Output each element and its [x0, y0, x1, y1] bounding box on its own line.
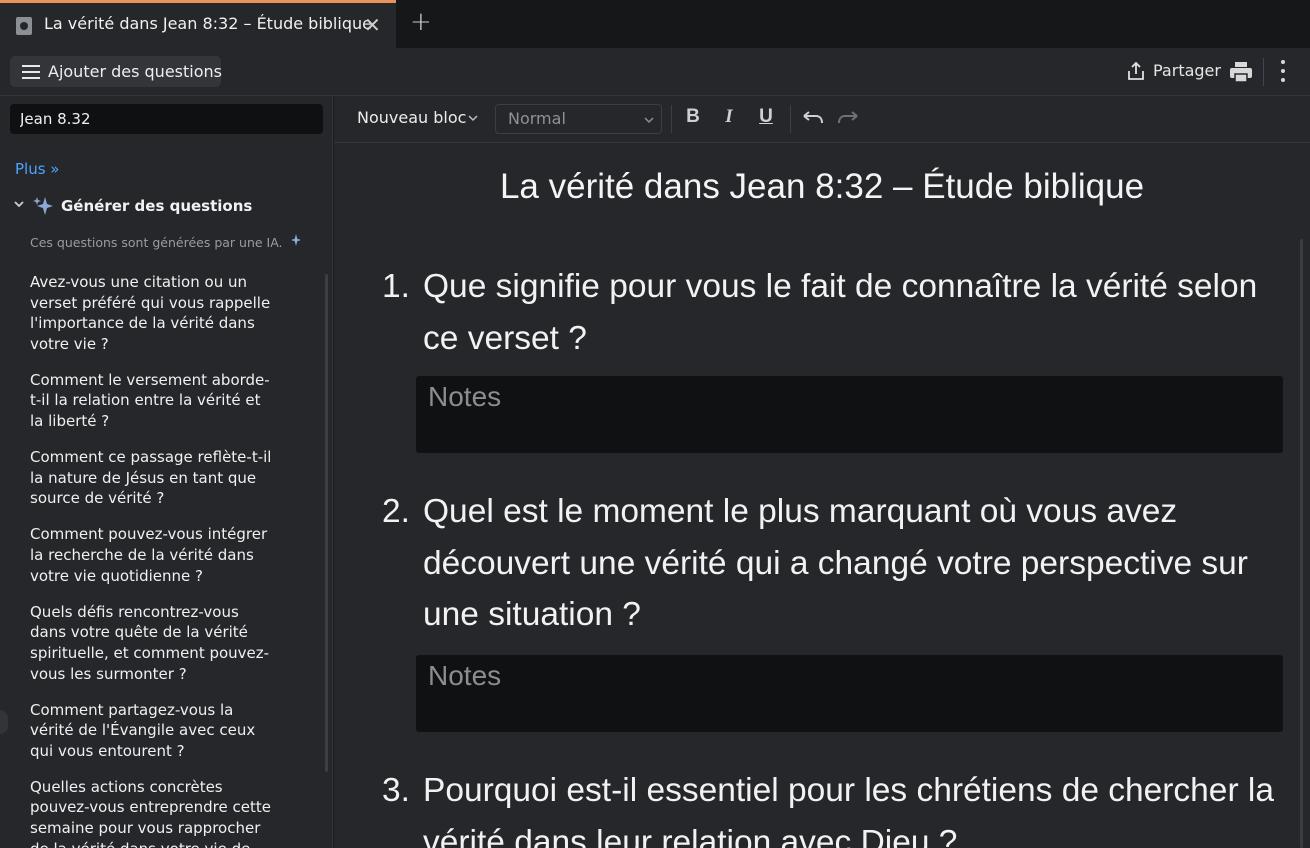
share-label: Partager — [1153, 61, 1221, 80]
suggested-question[interactable]: Comment partagez-vous la vérité de l'Éva… — [30, 700, 275, 762]
generate-questions-label: Générer des questions — [61, 197, 253, 215]
generate-questions-toggle[interactable]: Générer des questions — [12, 195, 312, 219]
question-number: 3. — [382, 772, 410, 809]
suggested-questions-list: Avez-vous une citation ou un verset préf… — [30, 272, 275, 848]
print-icon[interactable] — [1229, 61, 1253, 83]
italic-button[interactable]: I — [718, 106, 740, 130]
notes-field[interactable]: Notes — [416, 376, 1283, 453]
suggested-question[interactable]: Comment pouvez-vous intégrer la recherch… — [30, 524, 275, 586]
toolbar-divider — [1263, 58, 1264, 86]
document-scrollbar[interactable] — [1300, 239, 1303, 848]
tab-title: La vérité dans Jean 8:32 – Étude bibliqu… — [44, 14, 372, 33]
redo-icon[interactable] — [837, 108, 861, 128]
more-options-icon[interactable] — [1280, 60, 1286, 84]
undo-icon[interactable] — [800, 108, 824, 128]
document-icon — [16, 17, 32, 35]
notes-field[interactable]: Notes — [416, 655, 1283, 732]
suggested-question[interactable]: Quelles actions concrètes pouvez-vous en… — [30, 777, 275, 848]
underline-button[interactable]: U — [755, 106, 777, 130]
paragraph-style-select[interactable]: Normal — [495, 104, 662, 134]
menu-icon — [22, 65, 40, 79]
toolbar-divider — [790, 105, 791, 133]
document-tab[interactable]: La vérité dans Jean 8:32 – Étude bibliqu… — [0, 0, 396, 48]
question-text[interactable]: Quel est le moment le plus marquant où v… — [423, 486, 1293, 641]
top-toolbar: Ajouter des questions Partager — [0, 48, 1310, 96]
sidebar-scrollbar[interactable] — [325, 274, 328, 772]
block-type-dropdown[interactable]: Nouveau bloc — [357, 108, 466, 127]
sidebar: Plus » Générer des questions Ces questio… — [0, 96, 333, 848]
sparkle-icon — [291, 234, 301, 246]
add-questions-button[interactable]: Ajouter des questions — [10, 56, 222, 87]
paragraph-style-value: Normal — [508, 109, 566, 128]
notes-placeholder: Notes — [428, 660, 502, 691]
notes-placeholder: Notes — [428, 381, 502, 412]
bold-button[interactable]: B — [682, 106, 704, 130]
passage-search-input[interactable] — [10, 104, 323, 134]
toolbar-divider — [671, 105, 672, 133]
question-number: 1. — [382, 268, 410, 305]
tab-bar: La vérité dans Jean 8:32 – Étude bibliqu… — [0, 0, 1310, 48]
share-icon — [1128, 61, 1144, 80]
question-text[interactable]: Pourquoi est-il essentiel pour les chrét… — [423, 765, 1293, 848]
sparkle-icon — [33, 197, 53, 215]
suggested-question[interactable]: Comment le versement aborde-t-il la rela… — [30, 370, 275, 432]
question-text[interactable]: Que signifie pour vous le fait de connaî… — [423, 261, 1293, 364]
close-tab-icon[interactable]: ✕ — [364, 13, 381, 37]
document-title[interactable]: La vérité dans Jean 8:32 – Étude bibliqu… — [334, 167, 1310, 207]
chevron-down-icon — [468, 115, 478, 122]
suggested-question[interactable]: Comment ce passage reflète-t-il la natur… — [30, 447, 275, 509]
document-editor[interactable]: La vérité dans Jean 8:32 – Étude bibliqu… — [334, 143, 1310, 848]
ai-disclaimer: Ces questions sont générées par une IA. — [30, 235, 283, 250]
more-link[interactable]: Plus » — [15, 160, 59, 178]
add-questions-label: Ajouter des questions — [48, 62, 222, 81]
chevron-down-icon — [644, 117, 654, 124]
editor-toolbar: Nouveau bloc Normal B I U — [334, 96, 1310, 143]
suggested-question[interactable]: Quels défis rencontrez-vous dans votre q… — [30, 602, 275, 684]
new-tab-button[interactable]: + — [410, 7, 432, 37]
suggested-question[interactable]: Avez-vous une citation ou un verset préf… — [30, 272, 275, 354]
chevron-down-icon — [14, 201, 24, 208]
question-number: 2. — [382, 493, 410, 530]
